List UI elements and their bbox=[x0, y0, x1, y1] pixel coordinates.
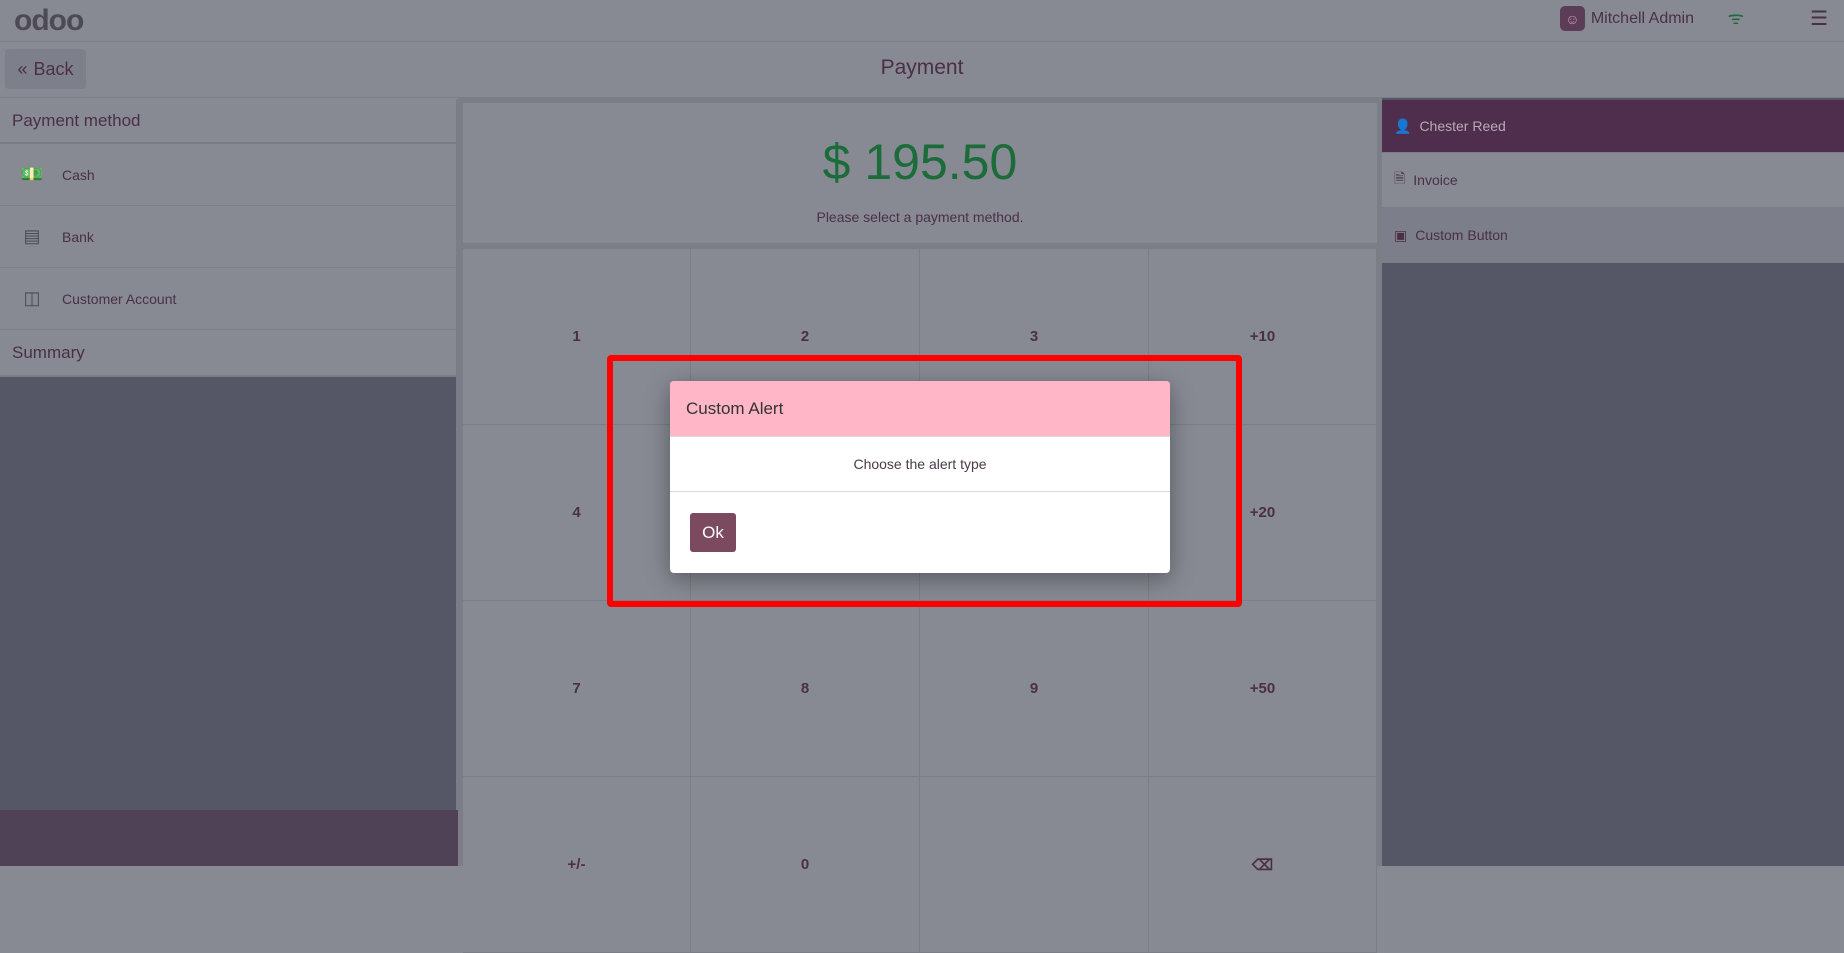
payment-hint: Please select a payment method. bbox=[816, 209, 1024, 225]
numpad-key[interactable]: ⌫ bbox=[1149, 777, 1377, 953]
customer-button[interactable]: 👤 Chester Reed bbox=[1382, 100, 1844, 153]
payment-method-customer-account[interactable]: ◫ Customer Account bbox=[0, 268, 456, 330]
invoice-label: Invoice bbox=[1413, 172, 1458, 188]
payment-method-header: Payment method bbox=[0, 99, 456, 144]
payment-method-bank[interactable]: ▤ Bank bbox=[0, 206, 456, 268]
hamburger-icon[interactable]: ☰ bbox=[1810, 6, 1828, 31]
money-bill-icon: ▣ bbox=[1394, 226, 1408, 243]
top-bar: odoo ☺ Mitchell Admin ᯤ ☰ bbox=[0, 0, 1844, 42]
payment-method-cash[interactable]: 💵 Cash bbox=[0, 144, 456, 206]
method-label: Customer Account bbox=[62, 290, 177, 307]
total-amount: $ 195.50 bbox=[822, 134, 1018, 190]
odoo-logo: odoo bbox=[14, 4, 84, 37]
custom-button[interactable]: ▣ Custom Button bbox=[1382, 208, 1844, 263]
invoice-button[interactable]: 🗎 Invoice bbox=[1382, 153, 1844, 208]
numpad-key[interactable] bbox=[920, 777, 1149, 953]
user-menu[interactable]: ☺ Mitchell Admin bbox=[1559, 6, 1694, 31]
ok-button[interactable]: Ok bbox=[690, 513, 736, 552]
user-name: Mitchell Admin bbox=[1590, 9, 1694, 27]
wifi-icon: ᯤ bbox=[1727, 8, 1744, 28]
document-icon: 🗎 bbox=[1394, 170, 1406, 186]
avatar: ☺ bbox=[1559, 6, 1585, 31]
numpad-key[interactable]: 8 bbox=[691, 601, 920, 777]
summary-header: Summary bbox=[0, 330, 456, 377]
numpad-key[interactable]: +50 bbox=[1149, 601, 1377, 777]
dialog-title: Custom Alert bbox=[670, 381, 1170, 437]
custom-button-label: Custom Button bbox=[1415, 227, 1508, 243]
page-title: Payment bbox=[880, 56, 964, 79]
wallet-clock-icon: ◫ bbox=[23, 288, 41, 308]
method-label: Bank bbox=[62, 228, 94, 245]
dialog-message: Choose the alert type bbox=[670, 437, 1170, 492]
bank-card-icon: ▤ bbox=[23, 226, 41, 246]
cash-icon: 💵 bbox=[20, 164, 44, 184]
customer-name: Chester Reed bbox=[1419, 118, 1506, 134]
numpad-key[interactable]: 7 bbox=[463, 601, 691, 777]
user-icon: 👤 bbox=[1394, 117, 1412, 134]
method-label: Cash bbox=[62, 166, 95, 183]
numpad-key[interactable]: +/- bbox=[463, 777, 691, 953]
amount-display: $ 195.50 Please select a payment method. bbox=[463, 103, 1377, 243]
numpad-key[interactable]: 9 bbox=[920, 601, 1149, 777]
validate-button[interactable] bbox=[0, 810, 458, 866]
custom-alert-dialog: Custom Alert Choose the alert type Ok bbox=[670, 381, 1170, 573]
numpad-key[interactable]: 0 bbox=[691, 777, 920, 953]
